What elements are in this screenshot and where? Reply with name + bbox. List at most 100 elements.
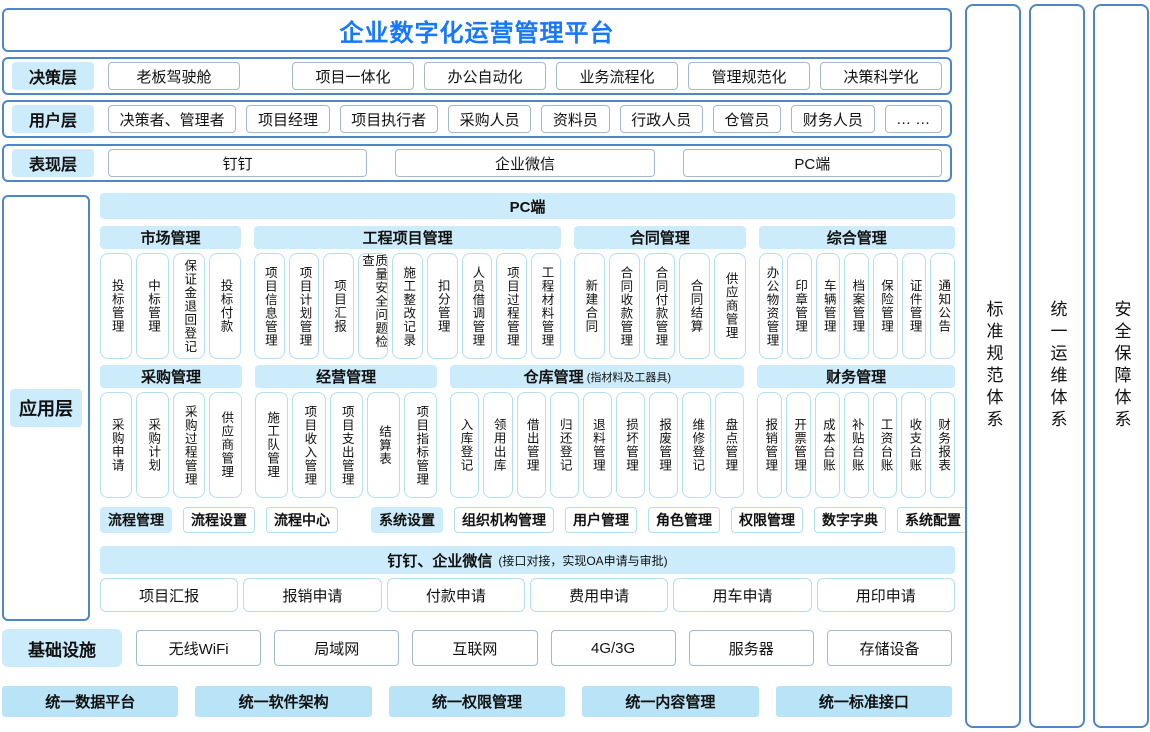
oa-request-item: 项目汇报 <box>100 578 238 612</box>
presentation-item: PC端 <box>683 149 942 177</box>
module-section-title: 采购管理 <box>141 366 201 387</box>
module-card-list: 采购申请采购计划采购过程管理供应商管理 <box>100 392 242 498</box>
user-role-item: 采购人员 <box>448 105 531 133</box>
module-section-title: 财务管理 <box>826 366 886 387</box>
decision-item: 决策科学化 <box>820 62 942 90</box>
badge: 流程设置 <box>183 507 255 533</box>
presentation-layer-label: 表现层 <box>12 149 94 177</box>
decision-item: 管理规范化 <box>688 62 810 90</box>
pc-terminal-band: PC端 <box>100 193 955 219</box>
decision-layer-row: 决策层 老板驾驶舱项目一体化办公自动化业务流程化管理规范化决策科学化 <box>2 57 952 95</box>
module-card-label: 工程材料管理 <box>539 266 552 347</box>
module-card: 报废管理 <box>649 392 678 498</box>
module-card: 退料管理 <box>583 392 612 498</box>
process-system-badge-row: 流程管理流程设置流程中心系统设置组织机构管理用户管理角色管理权限管理数字字典系统… <box>100 507 955 533</box>
user-layer-items: 决策者、管理者项目经理项目执行者采购人员资料员行政人员仓管员财务人员… … <box>108 105 942 133</box>
module-card-label: 退料管理 <box>591 418 604 472</box>
module-section: 采购管理采购申请采购计划采购过程管理供应商管理 <box>100 365 242 498</box>
module-card: 合同结算 <box>679 253 710 359</box>
module-card-label: 供应商管理 <box>723 272 736 340</box>
infrastructure-item: 4G/3G <box>551 630 676 666</box>
module-card-label: 报销管理 <box>763 418 776 472</box>
module-card-label: 采购过程管理 <box>183 405 196 486</box>
module-card: 质量安全问题检查 <box>358 253 389 359</box>
module-section-row-2: 采购管理采购申请采购计划采购过程管理供应商管理经营管理施工队管理项目收入管理项目… <box>100 365 955 498</box>
module-card-list: 办公物资管理印章管理车辆管理档案管理保险管理证件管理通知公告 <box>759 253 955 359</box>
badge: 流程管理 <box>100 507 172 533</box>
module-section-title: 合同管理 <box>630 227 690 248</box>
user-role-item: 项目经理 <box>246 105 329 133</box>
module-card: 投标付款 <box>209 253 241 359</box>
module-card: 补贴台账 <box>844 392 869 498</box>
module-card: 合同付款管理 <box>644 253 675 359</box>
module-card: 项目支出管理 <box>330 392 363 498</box>
module-card: 供应商管理 <box>209 392 241 498</box>
decision-layer-items: 老板驾驶舱项目一体化办公自动化业务流程化管理规范化决策科学化 <box>108 62 942 90</box>
badge: 数字字典 <box>814 507 886 533</box>
module-card: 工资台账 <box>873 392 898 498</box>
infrastructure-item: 服务器 <box>689 630 814 666</box>
module-card-label: 中标管理 <box>146 279 159 333</box>
module-card: 项目收入管理 <box>292 392 325 498</box>
unified-platform-item: 统一内容管理 <box>582 686 758 717</box>
module-card-list: 报销管理开票管理成本台账补贴台账工资台账收支台账财务报表 <box>757 392 955 498</box>
badge: 角色管理 <box>648 507 720 533</box>
infrastructure-items: 无线WiFi局域网互联网4G/3G服务器存储设备 <box>136 630 952 666</box>
module-card-label: 施工整改记录 <box>401 266 414 347</box>
module-card: 盘点管理 <box>715 392 744 498</box>
module-section-subtitle: (指材料及工器具) <box>587 369 671 385</box>
module-section: 仓库管理(指材料及工器具)入库登记领用出库借出管理归还登记退料管理损坏管理报废管… <box>450 365 744 498</box>
module-section: 工程项目管理项目信息管理项目计划管理项目汇报质量安全问题检查施工整改记录扣分管理… <box>254 226 561 359</box>
oa-request-item: 用车申请 <box>673 578 811 612</box>
badge: 流程中心 <box>266 507 338 533</box>
module-card: 中标管理 <box>136 253 168 359</box>
module-card-label: 补贴台账 <box>850 418 863 472</box>
module-card: 财务报表 <box>930 392 955 498</box>
module-card: 通知公告 <box>930 253 955 359</box>
support-system-bars: 标准规范体系统一运维体系安全保障体系 <box>965 4 1149 728</box>
module-section-header: 工程项目管理 <box>254 226 561 249</box>
module-section-header: 采购管理 <box>100 365 242 388</box>
module-card-label: 施工队管理 <box>265 411 278 479</box>
module-section-title: 经营管理 <box>316 366 376 387</box>
decision-layer-label: 决策层 <box>12 62 94 90</box>
module-card-label: 保险管理 <box>879 279 892 333</box>
module-card-label: 开票管理 <box>792 418 805 472</box>
badge: 用户管理 <box>565 507 637 533</box>
module-card-label: 印章管理 <box>793 279 806 333</box>
module-card-label: 档案管理 <box>850 279 863 333</box>
decision-item: 业务流程化 <box>556 62 678 90</box>
module-card-label: 投标付款 <box>218 279 231 333</box>
module-card: 施工队管理 <box>255 392 288 498</box>
module-section: 合同管理新建合同合同收款管理合同付款管理合同结算供应商管理 <box>574 226 745 359</box>
module-section-header: 合同管理 <box>574 226 745 249</box>
module-card-label: 采购申请 <box>110 418 123 472</box>
module-card: 结算表 <box>367 392 400 498</box>
infrastructure-item: 无线WiFi <box>136 630 261 666</box>
user-role-item: 仓管员 <box>713 105 781 133</box>
module-card-label: 投标管理 <box>110 279 123 333</box>
oa-request-item: 付款申请 <box>387 578 525 612</box>
module-card-label: 人员借调管理 <box>470 266 483 347</box>
module-card-label: 供应商管理 <box>219 411 232 479</box>
user-role-item: 行政人员 <box>620 105 703 133</box>
module-section-header: 财务管理 <box>757 365 955 388</box>
user-role-item: 资料员 <box>541 105 609 133</box>
module-card-label: 合同付款管理 <box>653 266 666 347</box>
module-section-row-1: 市场管理投标管理中标管理保证金退回登记投标付款工程项目管理项目信息管理项目计划管… <box>100 226 955 359</box>
module-card: 保险管理 <box>873 253 898 359</box>
dingtalk-wechat-items: 项目汇报报销申请付款申请费用申请用车申请用印申请 <box>100 578 955 612</box>
module-card: 归还登记 <box>550 392 579 498</box>
infrastructure-row: 基础设施 无线WiFi局域网互联网4G/3G服务器存储设备 <box>2 629 952 667</box>
module-card-label: 借出管理 <box>525 418 538 472</box>
module-card: 档案管理 <box>844 253 869 359</box>
module-section: 综合管理办公物资管理印章管理车辆管理档案管理保险管理证件管理通知公告 <box>759 226 955 359</box>
support-system-bar: 安全保障体系 <box>1093 4 1149 728</box>
module-card-list: 入库登记领用出库借出管理归还登记退料管理损坏管理报废管理维修登记盘点管理 <box>450 392 744 498</box>
module-card-label: 合同收款管理 <box>618 266 631 347</box>
module-section: 经营管理施工队管理项目收入管理项目支出管理结算表项目指标管理 <box>255 365 437 498</box>
oa-request-item: 用印申请 <box>817 578 955 612</box>
module-card-label: 车辆管理 <box>822 279 835 333</box>
infrastructure-item: 互联网 <box>412 630 537 666</box>
module-card: 采购申请 <box>100 392 132 498</box>
